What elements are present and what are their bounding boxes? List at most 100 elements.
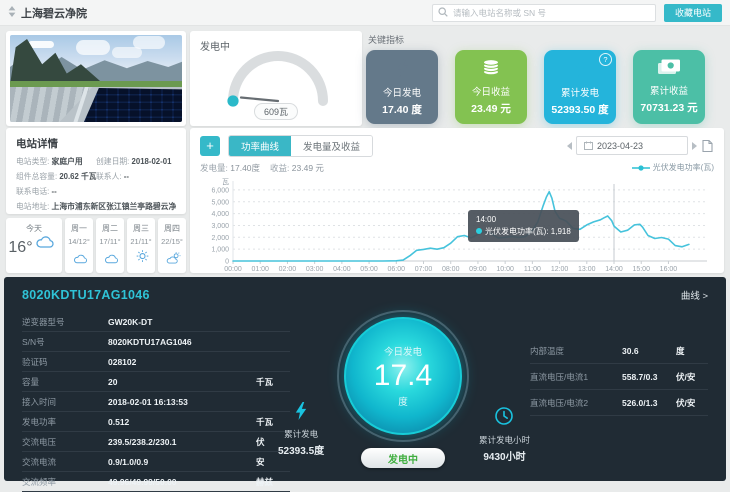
next-day-arrow[interactable] (692, 142, 697, 150)
weather-day-5: 周四 22/15° (158, 218, 186, 273)
tab-power-curve[interactable]: 功率曲线 (229, 136, 291, 156)
svg-text:16:00: 16:00 (660, 266, 678, 273)
svg-text:2,000: 2,000 (211, 235, 229, 242)
cash-icon (657, 59, 681, 80)
power-chart-card: + 功率曲线发电量及收益 2023-04-23 发电量: 17.40度 收益: … (190, 128, 724, 273)
svg-text:0: 0 (225, 259, 229, 266)
kpi-value: 23.49 元 (471, 101, 511, 116)
svg-text:05:00: 05:00 (360, 266, 378, 273)
kpi-card-3: 累计发电 52393.50 度? (544, 50, 616, 124)
station-photo-card (6, 31, 186, 126)
key-indicators-title: 关键指标 (368, 33, 724, 46)
svg-text:5,000: 5,000 (211, 199, 229, 206)
gauge-value: 609瓦 (254, 103, 298, 120)
svg-text:00:00: 00:00 (224, 266, 242, 273)
kpi-value: 17.40 度 (382, 102, 422, 117)
prev-day-arrow[interactable] (567, 142, 572, 150)
export-icon[interactable] (701, 139, 714, 153)
date-picker[interactable]: 2023-04-23 (576, 136, 688, 155)
inverter-center-display: 今日发电 17.4 度 发电中 累计发电 52393.5度 累计发电小时 943… (290, 310, 516, 492)
detail-field: 创建日期: 2018-02-01 (96, 156, 176, 167)
inverter-left-table: 逆变器型号 GW20K-DT S/N号 8020KDTU17AG1046 验证码… (22, 312, 290, 492)
table-row: 直流电压/电流1 558.7/0.3 伏/安 (530, 364, 708, 390)
coins-icon (480, 59, 502, 81)
clock-icon (494, 406, 514, 431)
search-icon (438, 7, 448, 17)
circle-value: 17.4 (374, 359, 432, 393)
svg-text:15:00: 15:00 (632, 266, 650, 273)
weather-day-1: 今天 16° (6, 218, 62, 273)
chart-legend: 光伏发电功率(瓦) (632, 162, 714, 173)
power-curve-chart[interactable]: 0 1,000 2,000 3,000 4,000 5,000 6,000瓦 00:00 01:… (200, 176, 714, 278)
kpi-label: 今日收益 (472, 84, 510, 98)
cloud-icon (35, 234, 55, 253)
svg-text:04:00: 04:00 (333, 266, 351, 273)
station-details-card: 电站详情 电站类型: 家庭户用创建日期: 2018-02-01组件总容量: 20… (6, 128, 186, 214)
sun-icon (135, 249, 150, 269)
table-row: 交流频率 49.96/49.99/50.00 赫兹 (22, 472, 290, 492)
svg-text:14:00: 14:00 (605, 266, 623, 273)
svg-text:02:00: 02:00 (279, 266, 297, 273)
bolt-icon (574, 58, 587, 82)
search-input[interactable] (432, 4, 656, 22)
bolt-icon (295, 402, 307, 425)
detail-field: 电站地址: 上海市浦东新区张江镇兰亭路碧云净院 (16, 201, 176, 212)
selected-date: 2023-04-23 (597, 141, 643, 151)
detail-field: 联系电话: -- (16, 186, 176, 197)
power-gauge-card: 发电中 609瓦 (190, 31, 362, 126)
favorite-station-button[interactable]: 收藏电站 (664, 4, 722, 22)
station-title: 上海碧云净院 (21, 5, 87, 21)
table-row: 验证码 028102 (22, 352, 290, 372)
svg-text:6,000: 6,000 (211, 187, 229, 194)
circle-top-label: 今日发电 (384, 344, 422, 358)
tab-generation-income[interactable]: 发电量及收益 (291, 136, 372, 156)
weather-day-3: 周二 17/11° (96, 218, 124, 273)
station-details-fields: 电站类型: 家庭户用创建日期: 2018-02-01组件总容量: 20.62 千… (16, 156, 176, 216)
add-button[interactable]: + (200, 136, 220, 156)
svg-text:03:00: 03:00 (306, 266, 324, 273)
detail-field: 组件总容量: 20.62 千瓦 (16, 171, 96, 182)
calendar-icon (584, 141, 593, 150)
daily-income-summary: 收益: 23.49 元 (270, 162, 324, 174)
svg-text:1,000: 1,000 (211, 247, 229, 254)
total-hours-stat: 累计发电小时 9430小时 (479, 406, 530, 463)
curve-link[interactable]: 曲线 > (681, 288, 708, 302)
table-row: 交流电流 0.9/1.0/0.9 安 (22, 452, 290, 472)
station-details-title: 电站详情 (16, 136, 176, 151)
table-row: 直流电压/电流2 526.0/1.3 伏/安 (530, 390, 708, 416)
svg-text:10:00: 10:00 (496, 266, 514, 273)
svg-text:4,000: 4,000 (211, 211, 229, 218)
kpi-label: 累计收益 (650, 83, 688, 97)
daily-generation-ring: 今日发电 17.4 度 (337, 310, 469, 442)
date-navigator: 2023-04-23 (567, 136, 714, 155)
svg-text:13:00: 13:00 (578, 266, 596, 273)
generating-status-button[interactable]: 发电中 (361, 448, 445, 468)
table-row: 接入时间 2018-02-01 16:13:53 (22, 392, 290, 412)
svg-text:07:00: 07:00 (415, 266, 433, 273)
daily-generation-summary: 发电量: 17.40度 (200, 162, 260, 174)
table-row: 逆变器型号 GW20K-DT (22, 312, 290, 332)
help-icon[interactable]: ? (599, 53, 612, 66)
total-generation-stat: 累计发电 52393.5度 (278, 402, 324, 457)
detail-field: 电站类型: 家庭户用 (16, 156, 96, 167)
kpi-label: 累计发电 (561, 85, 599, 99)
sort-icon[interactable] (8, 4, 16, 22)
table-row: S/N号 8020KDTU17AG1046 (22, 332, 290, 352)
weather-day-2: 周一 14/12° (65, 218, 93, 273)
svg-text:瓦: 瓦 (222, 178, 229, 186)
svg-text:01:00: 01:00 (251, 266, 269, 273)
inverter-panel: 8020KDTU17AG1046 曲线 > 逆变器型号 GW20K-DT S/N… (4, 277, 726, 481)
circle-unit: 度 (398, 394, 408, 408)
cloud-icon (73, 251, 88, 269)
power-gauge (190, 49, 362, 109)
weather-forecast: 今天 16°周一 14/12°周二 17/11°周三 21/11°周四 22/1… (6, 218, 186, 273)
top-bar: 上海碧云净院 收藏电站 (0, 0, 730, 26)
detail-field: 联系人: -- (96, 171, 176, 182)
svg-text:09:00: 09:00 (469, 266, 487, 273)
table-row: 交流电压 239.5/238.2/230.1 伏 (22, 432, 290, 452)
svg-text:12:00: 12:00 (551, 266, 569, 273)
svg-text:3,000: 3,000 (211, 223, 229, 230)
kpi-value: 52393.50 度 (551, 102, 608, 117)
table-row: 容量 20 千瓦 (22, 372, 290, 392)
svg-text:08:00: 08:00 (442, 266, 460, 273)
